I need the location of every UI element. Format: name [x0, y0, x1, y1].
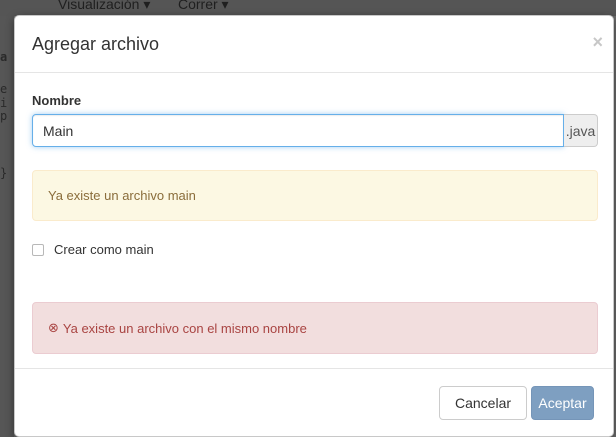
warning-text: Ya existe un archivo main — [48, 188, 196, 203]
cancel-button[interactable]: Cancelar — [439, 386, 527, 420]
error-alert: ⊗ Ya existe un archivo con el mismo nomb… — [32, 302, 598, 354]
gutter-char: p — [0, 109, 8, 123]
create-as-main-label[interactable]: Crear como main — [54, 242, 154, 257]
name-input[interactable] — [32, 114, 564, 147]
close-icon[interactable]: × — [592, 32, 603, 53]
gutter-char: e — [0, 82, 8, 96]
background-menubar: Visualización ▾ Correr ▾ — [0, 0, 616, 16]
gutter-char: i — [0, 96, 8, 110]
name-input-group: .java — [32, 114, 598, 147]
extension-addon: .java — [564, 114, 598, 147]
menu-correr: Correr ▾ — [178, 0, 229, 12]
gutter-char: } — [0, 166, 8, 180]
accept-button[interactable]: Aceptar — [531, 386, 594, 420]
dialog-title: Agregar archivo — [32, 34, 160, 54]
dialog-header: Agregar archivo × — [15, 16, 613, 73]
error-text: Ya existe un archivo con el mismo nombre — [62, 320, 307, 336]
create-as-main-option[interactable]: Crear como main — [32, 242, 154, 257]
error-circle-icon: ⊗ — [48, 320, 59, 335]
dialog-footer: Cancelar Aceptar — [15, 368, 613, 436]
gutter-char: a — [0, 50, 8, 64]
menu-visualizacion: Visualización ▾ — [58, 0, 151, 12]
add-file-dialog: Agregar archivo × Nombre .java Ya existe… — [14, 15, 614, 437]
warning-alert: Ya existe un archivo main — [32, 170, 598, 221]
create-as-main-checkbox[interactable] — [32, 243, 44, 256]
name-label: Nombre — [32, 93, 82, 108]
background-editor-gutter: a e i p } — [0, 16, 14, 437]
